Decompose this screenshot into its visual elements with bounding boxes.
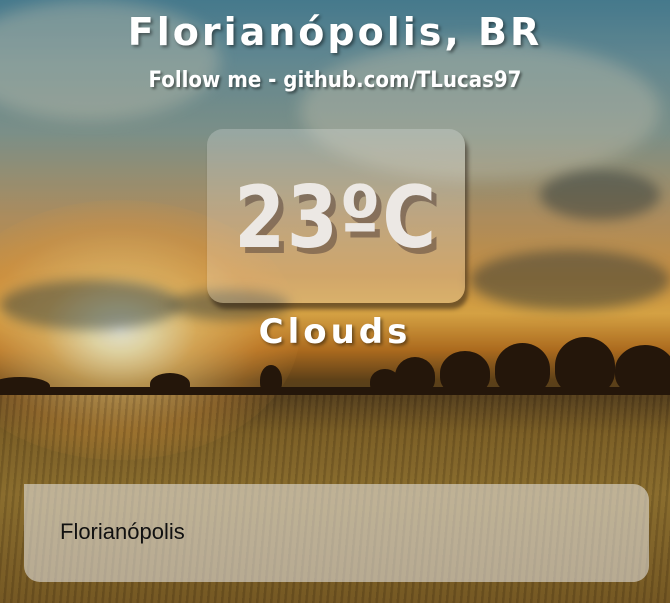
- temperature-value: 23ºC: [234, 168, 438, 268]
- weather-description: Clouds: [258, 312, 412, 352]
- city-title: Florianópolis, BR: [127, 10, 543, 54]
- follow-link-text: Follow me - github.com/TLucas97: [148, 68, 522, 93]
- search-input[interactable]: [60, 519, 613, 545]
- temperature-card: 23ºC: [207, 129, 465, 303]
- search-box[interactable]: [24, 484, 649, 582]
